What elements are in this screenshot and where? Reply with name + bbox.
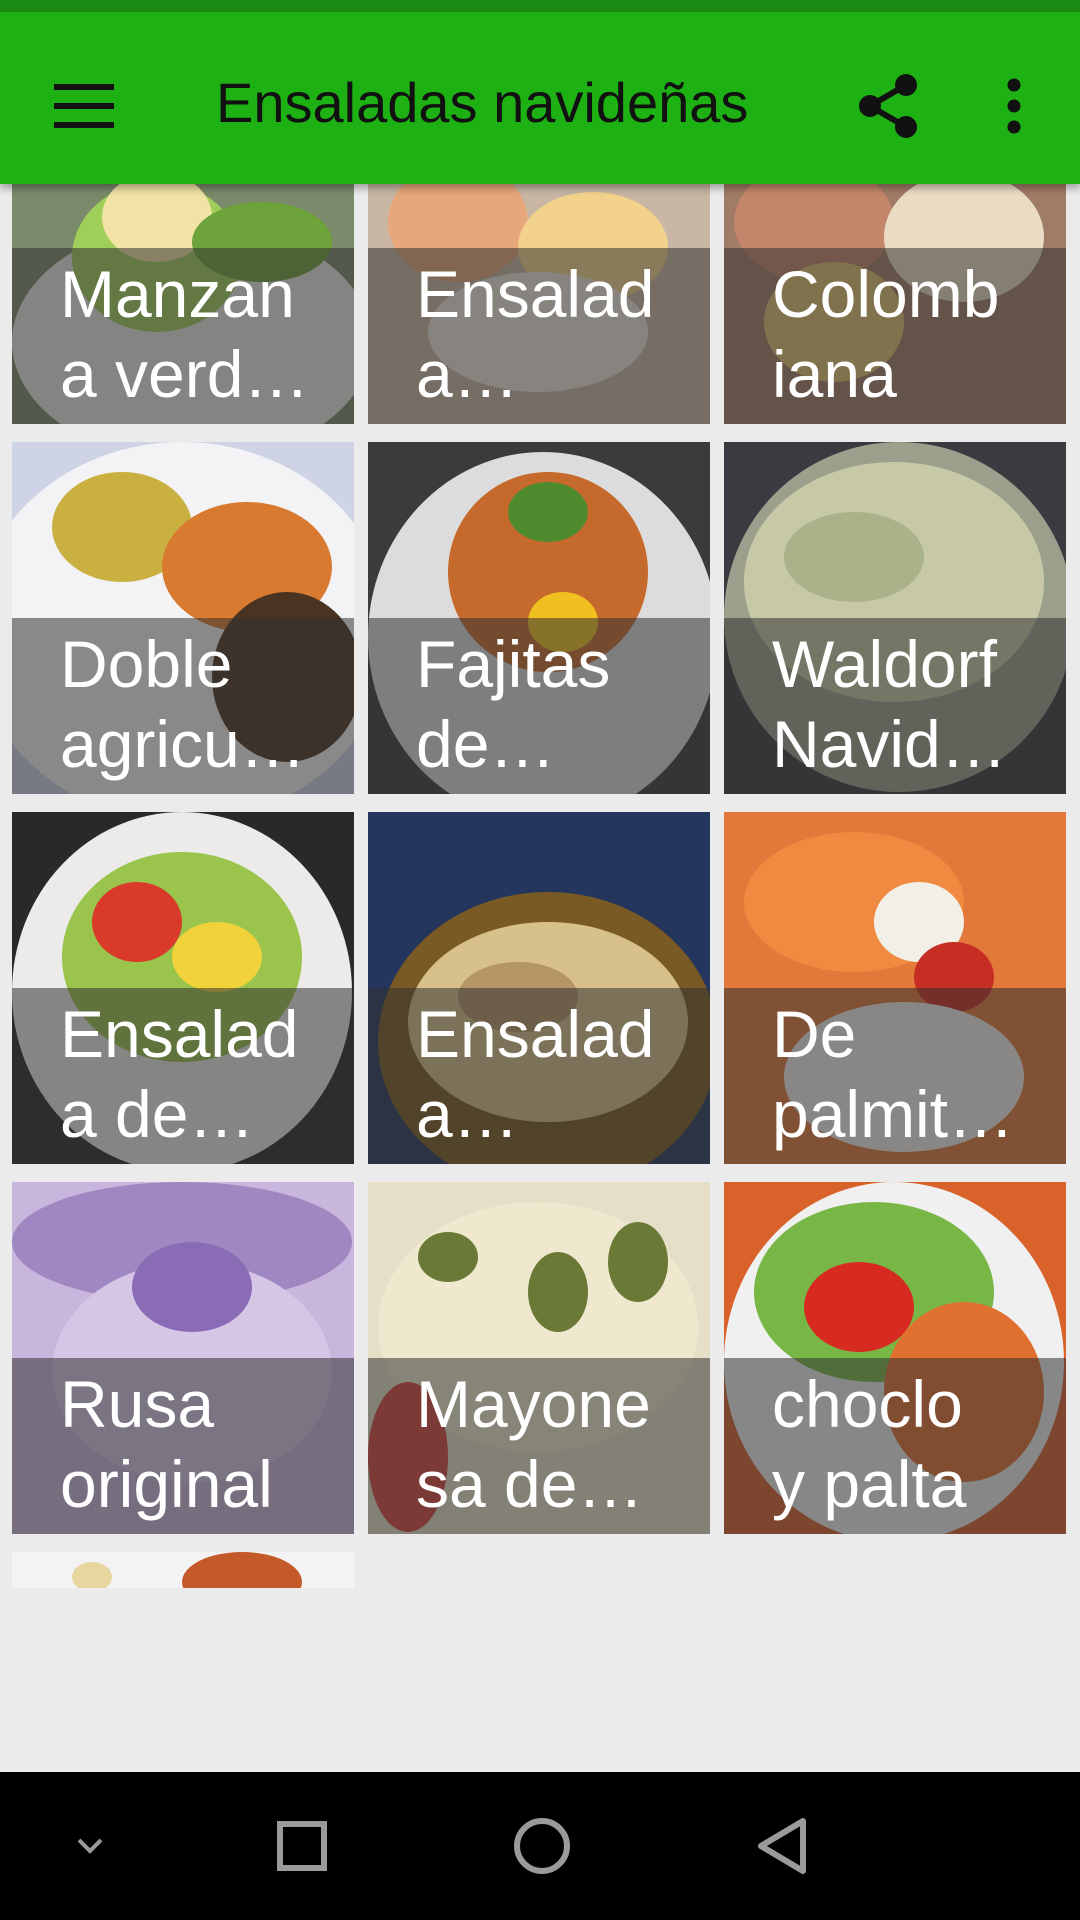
recipe-tile[interactable]: Colomb iana — [724, 184, 1066, 424]
recipe-label: Ensalad a… — [416, 997, 655, 1151]
recipe-label: choclo y palta — [772, 1367, 967, 1521]
recipe-tile[interactable]: Ensalad a… — [368, 812, 710, 1164]
recipe-tile[interactable]: De palmit… — [724, 812, 1066, 1164]
recipe-tile[interactable]: Mayone sa de… — [368, 1182, 710, 1534]
recipe-label: Manzan a verd… — [60, 257, 310, 411]
recipe-grid: Manzan a verd… Ensalad a… Colomb iana Do… — [0, 184, 1080, 1588]
hamburger-menu-icon[interactable] — [34, 56, 134, 156]
recipe-label: Ensalad a… — [416, 257, 655, 411]
recipe-label: Mayone sa de… — [416, 1367, 651, 1521]
recipe-label: Ensalad a de… — [60, 997, 299, 1151]
recipe-tile[interactable]: Ensalad a de… — [12, 812, 354, 1164]
app-bar: Ensaladas navideñas — [0, 12, 1080, 184]
chevron-down-icon[interactable] — [40, 1796, 140, 1896]
recipe-label: Doble agricu… — [60, 627, 306, 781]
recipe-tile[interactable]: Rusa original — [12, 1182, 354, 1534]
square-recents-icon[interactable] — [252, 1796, 352, 1896]
recipe-tile[interactable] — [12, 1552, 354, 1588]
share-icon[interactable] — [838, 56, 938, 156]
recipe-label: De palmit… — [772, 997, 1015, 1151]
triangle-back-icon[interactable] — [732, 1796, 832, 1896]
status-bar — [0, 0, 1080, 12]
recipe-tile[interactable]: Doble agricu… — [12, 442, 354, 794]
recipe-tile[interactable]: Waldorf Navid… — [724, 442, 1066, 794]
more-vert-icon[interactable] — [964, 56, 1064, 156]
recipe-label: Colomb iana — [772, 257, 1000, 411]
recipe-tile[interactable]: Manzan a verd… — [12, 184, 354, 424]
recipe-tile[interactable]: choclo y palta — [724, 1182, 1066, 1534]
recipe-label: Rusa original — [60, 1367, 273, 1521]
navigation-bar — [0, 1772, 1080, 1920]
recipe-tile[interactable]: Fajitas de… — [368, 442, 710, 794]
app-title: Ensaladas navideñas — [216, 71, 749, 134]
recipe-label: Fajitas de… — [416, 627, 611, 781]
recipe-tile[interactable]: Ensalad a… — [368, 184, 710, 424]
circle-home-icon[interactable] — [492, 1796, 592, 1896]
recipe-label: Waldorf Navid… — [772, 627, 1007, 781]
